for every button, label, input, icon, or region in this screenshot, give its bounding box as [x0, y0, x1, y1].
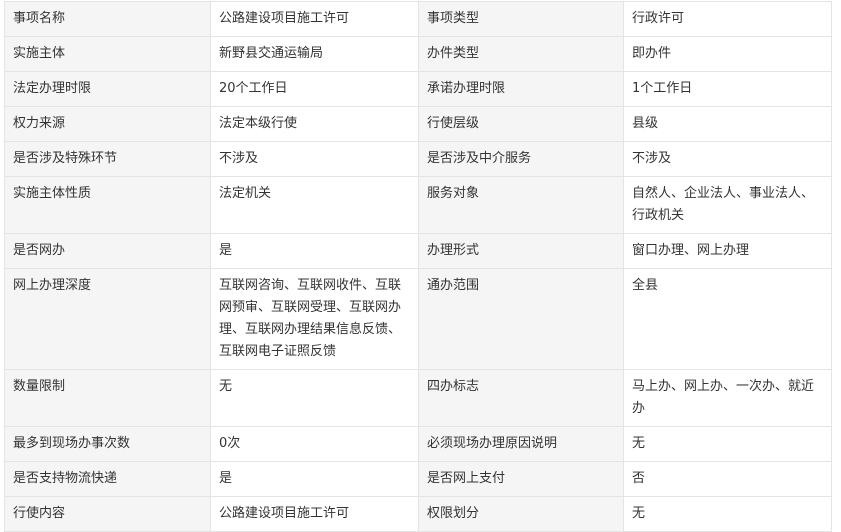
authority-division-label: 权限划分 [418, 496, 624, 532]
intermediary-service-value: 不涉及 [623, 141, 832, 177]
logistics-delivery-value: 是 [210, 461, 419, 497]
four-handling-mark-value: 马上办、网上办、一次办、就近办 [623, 369, 832, 427]
logistics-delivery-label: 是否支持物流快递 [4, 461, 211, 497]
intermediary-service-label: 是否涉及中介服务 [418, 141, 624, 177]
max-visits-value: 0次 [210, 426, 419, 462]
special-procedure-value: 不涉及 [210, 141, 419, 177]
table-row: 是否网办 是 办理形式 窗口办理、网上办理 [4, 233, 832, 269]
table-row: 数量限制 无 四办标志 马上办、网上办、一次办、就近办 [4, 369, 832, 427]
special-procedure-label: 是否涉及特殊环节 [4, 141, 211, 177]
service-item-info-table: 事项名称 公路建设项目施工许可 事项类型 行政许可 实施主体 新野县交通运输局 … [4, 1, 832, 532]
table-row: 最多到现场办事次数 0次 必须现场办理原因说明 无 [4, 426, 832, 462]
online-depth-value: 互联网咨询、互联网收件、互联网预审、互联网受理、互联网办理、互联网办理结果信息反… [210, 268, 419, 370]
info-table-container: 事项名称 公路建设项目施工许可 事项类型 行政许可 实施主体 新野县交通运输局 … [0, 0, 841, 532]
table-row: 是否涉及特殊环节 不涉及 是否涉及中介服务 不涉及 [4, 141, 832, 177]
exercise-content-label: 行使内容 [4, 496, 211, 532]
exercise-level-label: 行使层级 [418, 106, 624, 142]
table-row: 法定办理时限 20个工作日 承诺办理时限 1个工作日 [4, 71, 832, 107]
power-source-value: 法定本级行使 [210, 106, 419, 142]
authority-division-value: 无 [623, 496, 832, 532]
item-name-label: 事项名称 [4, 1, 211, 37]
table-row: 权力来源 法定本级行使 行使层级 县级 [4, 106, 832, 142]
item-type-label: 事项类型 [418, 1, 624, 37]
case-type-label: 办件类型 [418, 36, 624, 72]
table-row: 实施主体性质 法定机关 服务对象 自然人、企业法人、事业法人、行政机关 [4, 176, 832, 234]
table-row: 事项名称 公路建设项目施工许可 事项类型 行政许可 [4, 1, 832, 37]
online-payment-value: 否 [623, 461, 832, 497]
quantity-limit-value: 无 [210, 369, 419, 427]
item-name-value: 公路建设项目施工许可 [210, 1, 419, 37]
service-target-value: 自然人、企业法人、事业法人、行政机关 [623, 176, 832, 234]
onsite-reason-label: 必须现场办理原因说明 [418, 426, 624, 462]
max-visits-label: 最多到现场办事次数 [4, 426, 211, 462]
handling-form-label: 办理形式 [418, 233, 624, 269]
online-depth-label: 网上办理深度 [4, 268, 211, 370]
item-type-value: 行政许可 [623, 1, 832, 37]
promised-time-limit-label: 承诺办理时限 [418, 71, 624, 107]
promised-time-limit-value: 1个工作日 [623, 71, 832, 107]
onsite-reason-value: 无 [623, 426, 832, 462]
online-handling-value: 是 [210, 233, 419, 269]
legal-time-limit-label: 法定办理时限 [4, 71, 211, 107]
table-row: 行使内容 公路建设项目施工许可 权限划分 无 [4, 496, 832, 532]
handling-scope-label: 通办范围 [418, 268, 624, 370]
online-payment-label: 是否网上支付 [418, 461, 624, 497]
online-handling-label: 是否网办 [4, 233, 211, 269]
power-source-label: 权力来源 [4, 106, 211, 142]
handling-scope-value: 全县 [623, 268, 832, 370]
table-row: 实施主体 新野县交通运输局 办件类型 即办件 [4, 36, 832, 72]
body-nature-value: 法定机关 [210, 176, 419, 234]
case-type-value: 即办件 [623, 36, 832, 72]
body-nature-label: 实施主体性质 [4, 176, 211, 234]
handling-form-value: 窗口办理、网上办理 [623, 233, 832, 269]
table-row: 网上办理深度 互联网咨询、互联网收件、互联网预审、互联网受理、互联网办理、互联网… [4, 268, 832, 370]
implementing-body-value: 新野县交通运输局 [210, 36, 419, 72]
legal-time-limit-value: 20个工作日 [210, 71, 419, 107]
quantity-limit-label: 数量限制 [4, 369, 211, 427]
exercise-level-value: 县级 [623, 106, 832, 142]
service-target-label: 服务对象 [418, 176, 624, 234]
exercise-content-value: 公路建设项目施工许可 [210, 496, 419, 532]
table-row: 是否支持物流快递 是 是否网上支付 否 [4, 461, 832, 497]
four-handling-mark-label: 四办标志 [418, 369, 624, 427]
implementing-body-label: 实施主体 [4, 36, 211, 72]
